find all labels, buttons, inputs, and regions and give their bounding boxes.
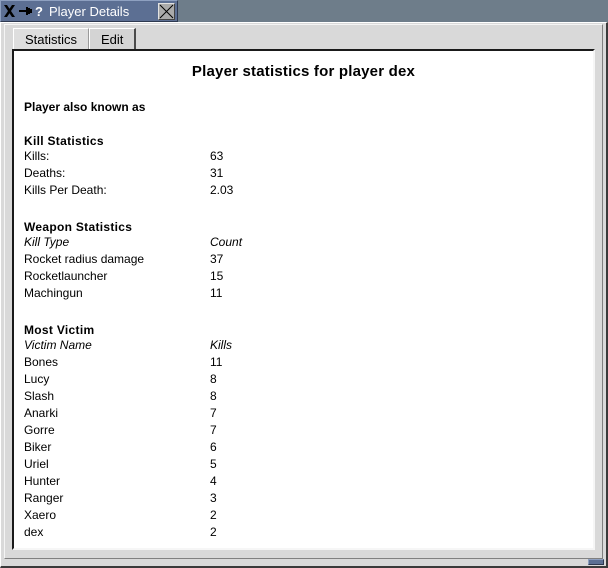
row-label: Uriel — [24, 457, 49, 471]
statistics-document: Player statistics for player dex Player … — [14, 51, 593, 548]
row-value: 2 — [210, 508, 217, 522]
table-row: Gorre 7 — [24, 423, 330, 440]
titlebar-row: ? Player Details — [0, 0, 608, 22]
table-row: Machingun 11 — [24, 286, 330, 303]
row-label: Hunter — [24, 474, 61, 488]
table-row: Uriel 5 — [24, 457, 330, 474]
tab-edit[interactable]: Edit — [89, 28, 137, 49]
table-row: Deaths: 31 — [24, 166, 330, 183]
row-label: Gorre — [24, 423, 55, 437]
weapon-statistics-heading: Weapon Statistics — [24, 220, 133, 234]
tab-statistics-label: Statistics — [25, 31, 78, 47]
row-value: 15 — [210, 269, 224, 283]
row-value: 8 — [210, 372, 217, 386]
row-label: Kills: — [24, 149, 50, 163]
row-label: Rocketlauncher — [24, 269, 108, 283]
table-header-row: Kill Type Count — [24, 235, 330, 252]
row-label: Lucy — [24, 372, 50, 386]
weapon-statistics-table: Kill Type Count Rocket radius damage 37 … — [24, 235, 330, 303]
row-value: 8 — [210, 389, 217, 403]
column-header-kills: Kills — [210, 338, 233, 352]
table-row: Kills: 63 — [24, 149, 330, 166]
row-value: 3 — [210, 491, 217, 505]
column-header-victim-name: Victim Name — [24, 338, 92, 352]
window-menu-pin-icon[interactable] — [18, 2, 32, 20]
row-label: Ranger — [24, 491, 64, 505]
row-label: Machingun — [24, 286, 83, 300]
row-value: 2.03 — [210, 183, 234, 197]
tabstrip: Statistics Edit — [13, 27, 137, 49]
x11-logo-icon[interactable] — [2, 2, 18, 20]
row-label: Deaths: — [24, 166, 66, 180]
kill-statistics-table: Kills: 63 Deaths: 31 Kills Per Death: 2.… — [24, 149, 330, 200]
table-row: Kills Per Death: 2.03 — [24, 183, 330, 200]
row-label: Anarki — [24, 406, 59, 420]
page-title: Player statistics for player dex — [191, 63, 416, 80]
row-value: 37 — [210, 252, 224, 266]
table-row: Biker 6 — [24, 440, 330, 457]
application-window: Statistics Edit Player statistics for pl… — [0, 22, 608, 568]
help-icon[interactable]: ? — [32, 2, 46, 20]
column-header-count: Count — [210, 235, 243, 249]
table-row: Anarki 7 — [24, 406, 330, 423]
row-value: 63 — [210, 149, 224, 163]
section-weapon-statistics: Weapon Statistics Kill Type Count Rocket… — [24, 220, 583, 303]
table-row: Hunter 4 — [24, 474, 330, 491]
close-button[interactable] — [158, 2, 175, 20]
table-row: Rocketlauncher 15 — [24, 269, 330, 286]
row-value: 2 — [210, 525, 217, 539]
row-value: 7 — [210, 423, 217, 437]
most-victim-table: Victim Name Kills Bones 11 Lucy 8 Slash … — [24, 338, 330, 542]
column-header-kill-type: Kill Type — [24, 235, 70, 249]
table-row: Lucy 8 — [24, 372, 330, 389]
row-label: dex — [24, 525, 44, 539]
row-label: Slash — [24, 389, 55, 403]
table-header-row: Victim Name Kills — [24, 338, 330, 355]
table-row: Ranger 3 — [24, 491, 330, 508]
window-inner-frame: Statistics Edit Player statistics for pl… — [4, 24, 603, 559]
row-value: 4 — [210, 474, 217, 488]
row-label: Biker — [24, 440, 52, 454]
row-value: 11 — [210, 355, 223, 369]
table-row: Rocket radius damage 37 — [24, 252, 330, 269]
most-victim-heading: Most Victim — [24, 323, 95, 337]
table-row: Xaero 2 — [24, 508, 330, 525]
tab-edit-label: Edit — [101, 31, 124, 47]
content-panel: Player statistics for player dex Player … — [12, 49, 595, 550]
row-label: Kills Per Death: — [24, 183, 107, 197]
kill-statistics-heading: Kill Statistics — [24, 134, 104, 148]
row-value: 7 — [210, 406, 217, 420]
row-value: 6 — [210, 440, 217, 454]
tab-statistics[interactable]: Statistics — [13, 28, 90, 49]
row-value: 11 — [210, 286, 223, 300]
row-label: Rocket radius damage — [24, 252, 145, 266]
also-known-as-label: Player also known as — [24, 100, 146, 114]
row-value: 31 — [210, 166, 224, 180]
row-value: 5 — [210, 457, 217, 471]
resize-grip[interactable] — [588, 559, 604, 565]
window-titlebar[interactable]: ? Player Details — [0, 0, 178, 22]
row-label: Xaero — [24, 508, 57, 522]
section-kill-statistics: Kill Statistics Kills: 63 Deaths: 31 Kil… — [24, 134, 583, 200]
window-title: Player Details — [49, 3, 130, 19]
table-row: dex 2 — [24, 525, 330, 542]
table-row: Bones 11 — [24, 355, 330, 372]
row-label: Bones — [24, 355, 59, 369]
table-row: Slash 8 — [24, 389, 330, 406]
section-most-victim: Most Victim Victim Name Kills Bones 11 L… — [24, 323, 583, 542]
